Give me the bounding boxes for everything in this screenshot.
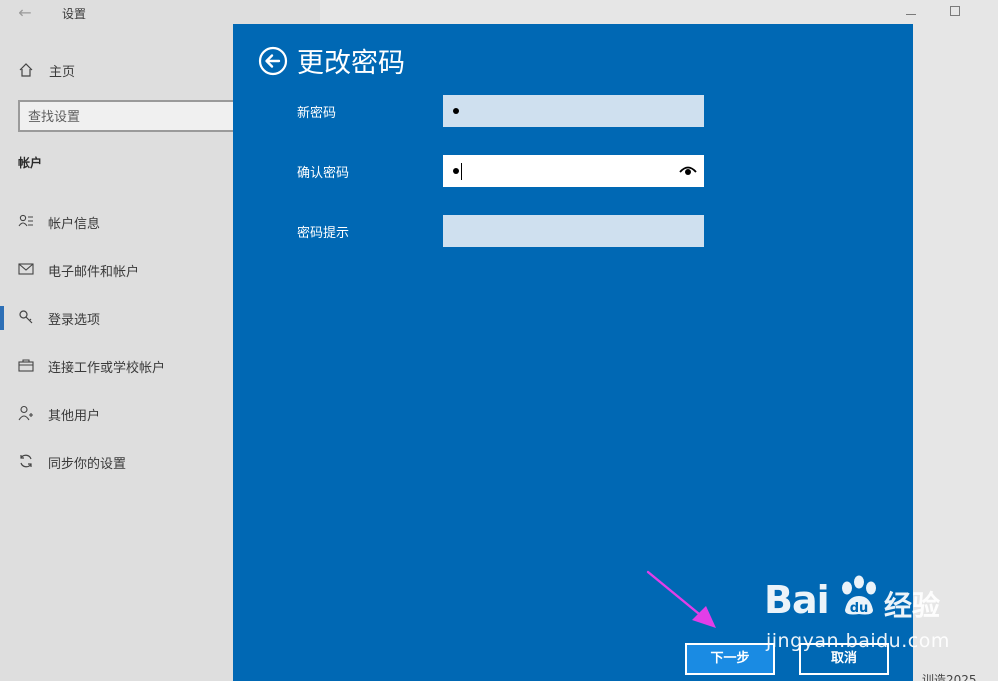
back-circle-icon[interactable] xyxy=(258,46,288,76)
text-caret xyxy=(461,163,462,180)
sidebar-item-account-info[interactable]: 帐户信息 xyxy=(0,206,232,236)
sidebar-item-sign-in-options[interactable]: 登录选项 xyxy=(0,302,232,332)
password-hint-label: 密码提示 xyxy=(297,226,350,241)
paw-logo-icon: du xyxy=(842,575,876,616)
dialog-title: 更改密码 xyxy=(297,48,405,79)
active-indicator xyxy=(0,306,4,330)
search-input[interactable] xyxy=(28,108,228,126)
sync-icon xyxy=(20,454,32,468)
home-link[interactable]: 主页 xyxy=(18,59,218,81)
sidebar-item-other-users[interactable]: 其他用户 xyxy=(0,398,232,428)
reveal-password-eye-icon[interactable] xyxy=(679,165,697,177)
password-mask-dot xyxy=(453,168,459,174)
background-footer-text: 训造2025 xyxy=(922,673,977,681)
account-info-icon xyxy=(18,214,33,227)
search-box[interactable] xyxy=(18,100,248,132)
back-arrow-icon[interactable]: ← xyxy=(14,3,36,23)
sidebar-item-label: 帐户信息 xyxy=(48,217,101,232)
watermark-brand-cn: 经验 xyxy=(884,589,941,622)
new-password-label: 新密码 xyxy=(297,106,337,121)
sidebar-item-label: 同步你的设置 xyxy=(48,457,127,472)
briefcase-icon xyxy=(18,359,34,372)
sidebar-item-label: 其他用户 xyxy=(48,409,101,424)
watermark-url: jingyan.baidu.com xyxy=(766,630,950,652)
baidu-watermark: Bai du 经验 jingyan.baidu.com xyxy=(764,574,954,656)
window-title: 设置 xyxy=(62,7,87,21)
minimize-icon[interactable] xyxy=(902,4,920,22)
password-mask-dot xyxy=(453,108,459,114)
home-icon xyxy=(19,63,33,77)
sidebar-item-work-school[interactable]: 连接工作或学校帐户 xyxy=(0,350,232,380)
svg-text:du: du xyxy=(850,601,869,616)
maximize-icon[interactable] xyxy=(950,6,960,16)
key-icon xyxy=(19,310,33,324)
annotation-arrow-icon xyxy=(646,570,716,628)
section-title: 帐户 xyxy=(18,156,43,170)
sidebar-item-label: 电子邮件和帐户 xyxy=(48,265,140,280)
confirm-password-field[interactable] xyxy=(443,155,704,187)
sidebar-item-label: 登录选项 xyxy=(48,313,101,328)
person-add-icon xyxy=(18,405,33,421)
next-button[interactable]: 下一步 xyxy=(685,643,775,675)
confirm-password-label: 确认密码 xyxy=(297,166,350,181)
sidebar-item-label: 连接工作或学校帐户 xyxy=(48,361,166,376)
new-password-field[interactable] xyxy=(443,95,704,127)
mail-icon xyxy=(18,263,34,275)
watermark-brand: Bai xyxy=(764,578,830,622)
sidebar-item-sync-settings[interactable]: 同步你的设置 xyxy=(0,446,232,476)
home-label: 主页 xyxy=(49,65,76,80)
password-hint-field[interactable] xyxy=(443,215,704,247)
sidebar-item-email-accounts[interactable]: 电子邮件和帐户 xyxy=(0,254,232,284)
